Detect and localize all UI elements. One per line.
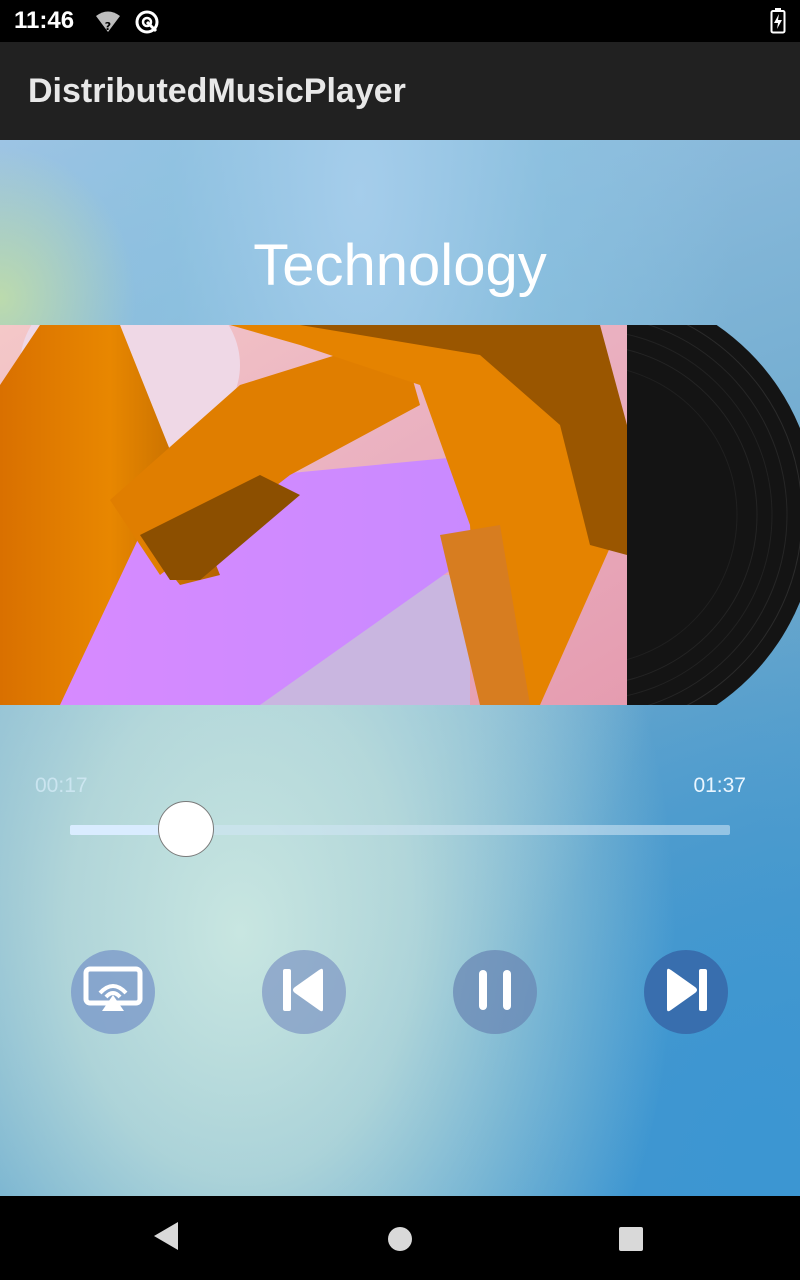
status-icons: ? (94, 9, 160, 39)
cast-button[interactable] (71, 950, 155, 1034)
navigation-bar (0, 1196, 800, 1280)
next-button[interactable] (644, 950, 728, 1034)
pause-button[interactable] (453, 950, 537, 1034)
player-screen: Technology 00:17 01:37 (0, 140, 800, 1196)
current-time: 00:17 (35, 774, 88, 797)
seek-thumb[interactable] (157, 801, 214, 857)
song-title: Technology (253, 233, 547, 298)
svg-text:?: ? (105, 20, 111, 33)
app-title: DistributedMusicPlayer (28, 72, 406, 110)
total-time: 01:37 (693, 774, 746, 797)
pause-icon (473, 966, 517, 1018)
album-art (0, 325, 627, 705)
cast-screen-icon (82, 965, 144, 1019)
previous-button[interactable] (262, 950, 346, 1034)
data-saver-icon (134, 9, 160, 39)
skip-next-icon (659, 965, 713, 1019)
app-bar: DistributedMusicPlayer (0, 42, 800, 140)
wifi-question-icon: ? (94, 10, 122, 38)
status-time: 11:46 (14, 7, 75, 34)
recents-square-icon[interactable] (618, 1226, 644, 1256)
status-bar: 11:46 ? (0, 0, 800, 42)
skip-previous-icon (277, 965, 331, 1019)
back-triangle-icon[interactable] (152, 1220, 180, 1256)
home-circle-icon[interactable] (387, 1226, 413, 1256)
vinyl-record (627, 325, 800, 705)
battery-charging-icon (770, 8, 786, 38)
